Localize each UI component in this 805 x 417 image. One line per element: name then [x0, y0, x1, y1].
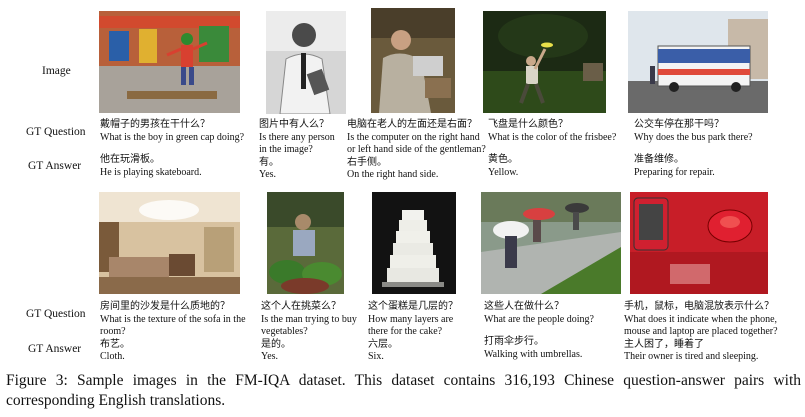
answer-en: Six.: [368, 351, 384, 363]
answer-zh: 是的。: [261, 338, 291, 350]
image-gentleman-with-laptop: [371, 8, 455, 113]
image-frisbee-player: [483, 11, 606, 113]
answer-zh: 有。: [259, 156, 279, 168]
answer-zh: 右手侧。: [347, 156, 387, 168]
question-en: Is the computer on the right hand or lef…: [347, 131, 486, 156]
question-zh: 手机，鼠标，电脑混放表示什么？: [624, 301, 774, 312]
answer-zh: 准备维修。: [634, 154, 684, 166]
answer-zh: 他在玩滑板。: [100, 154, 160, 166]
question-zh: 房间里的沙发是什么质地的？: [100, 301, 230, 312]
image-parked-bus: [628, 11, 768, 113]
image-man-in-office: [266, 11, 346, 114]
question-zh: 图片中有人么？: [259, 119, 329, 130]
question-zh: 电脑在老人的左面还是右面？: [347, 119, 477, 130]
answer-en: Walking with umbrellas.: [484, 348, 583, 360]
row-label-gt-question-1: GT Question: [26, 126, 86, 138]
question-zh: 公交车停在那干吗？: [634, 119, 724, 130]
question-zh: 这个人在挑菜么？: [261, 301, 341, 312]
question-en: What does it indicate when the phone, mo…: [624, 313, 778, 338]
answer-en: Their owner is tired and sleeping.: [624, 351, 759, 363]
question-en: Is the man trying to buy vegetables?: [261, 313, 357, 338]
sample-9-text: 这些人在做什么？ What are the people doing? 打雨伞步…: [484, 301, 619, 361]
answer-zh: 黄色。: [488, 154, 518, 166]
figure-caption: Figure 3: Sample images in the FM-IQA da…: [6, 372, 801, 409]
question-zh: 飞盘是什么颜色？: [488, 119, 568, 130]
sample-1-text: 戴帽子的男孩在干什么？ What is the boy in green cap…: [100, 119, 250, 179]
answer-en: Cloth.: [100, 351, 125, 363]
row-label-gt-question-2: GT Question: [26, 308, 86, 320]
answer-en: On the right hand side.: [347, 169, 439, 181]
row-label-gt-answer-1: GT Answer: [28, 160, 82, 172]
question-zh: 这个蛋糕是几层的？: [368, 301, 458, 312]
sample-4-text: 飞盘是什么颜色？ What is the color of the frisbe…: [488, 119, 623, 179]
image-phone-mouse-laptop: [630, 192, 768, 294]
row-label-gt-answer-2: GT Answer: [28, 343, 82, 355]
sample-2-text: 图片中有人么？ Is there any person in the image…: [259, 119, 341, 182]
sample-3-text: 电脑在老人的左面还是右面？ Is the computer on the rig…: [347, 119, 489, 182]
answer-zh: 主人困了，睡着了: [624, 338, 704, 350]
answer-en: Yes.: [259, 169, 277, 181]
sample-7-text: 这个人在挑菜么？ Is the man trying to buy vegeta…: [261, 301, 361, 364]
answer-en: Yes.: [261, 351, 279, 363]
answer-en: He is playing skateboard.: [100, 166, 202, 178]
image-living-room-sofa: [99, 192, 240, 294]
answer-en: Yellow.: [488, 166, 519, 178]
sample-5-text: 公交车停在那干吗？ Why does the bus park there? 准…: [634, 119, 784, 179]
image-people-with-umbrellas: [481, 192, 621, 294]
image-vegetable-seller: [267, 192, 344, 294]
question-en: What is the boy in green cap doing?: [100, 131, 245, 143]
question-zh: 这些人在做什么？: [484, 301, 564, 312]
sample-10-text: 手机，鼠标，电脑混放表示什么？ What does it indicate wh…: [624, 301, 802, 364]
answer-zh: 打雨伞步行。: [484, 336, 544, 348]
question-en: What is the texture of the sofa in the r…: [100, 313, 246, 338]
image-skateboard-boy: [99, 11, 240, 113]
question-en: What is the color of the frisbee?: [488, 131, 617, 143]
sample-8-text: 这个蛋糕是几层的？ How many layers are there for …: [368, 301, 473, 364]
answer-zh: 六层。: [368, 338, 398, 350]
question-en: How many layers are there for the cake?: [368, 313, 454, 338]
question-en: Why does the bus park there?: [634, 131, 753, 143]
row-label-image: Image: [42, 65, 71, 77]
question-zh: 戴帽子的男孩在干什么？: [100, 119, 210, 130]
answer-en: Preparing for repair.: [634, 166, 715, 178]
question-en: What are the people doing?: [484, 313, 594, 325]
sample-6-text: 房间里的沙发是什么质地的？ What is the texture of the…: [100, 301, 250, 364]
question-en: Is there any person in the image?: [259, 131, 335, 156]
image-layered-cake: [372, 192, 456, 294]
answer-zh: 布艺。: [100, 338, 130, 350]
